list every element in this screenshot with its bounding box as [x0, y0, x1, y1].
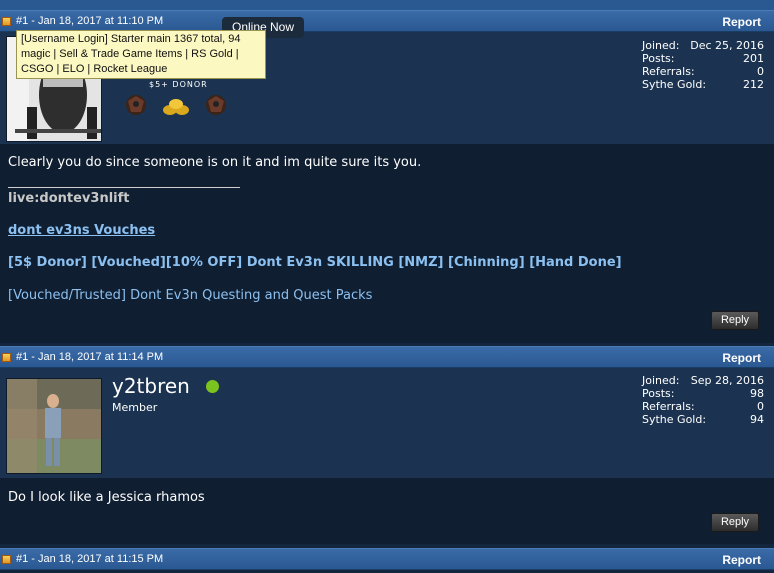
avatar[interactable]	[6, 378, 102, 474]
post-date[interactable]: #1 - Jan 18, 2017 at 11:15 PM	[16, 553, 163, 565]
gold-coins-icon	[163, 99, 189, 115]
stat-label: Sythe Gold:	[642, 413, 707, 426]
report-link[interactable]: Report	[722, 351, 761, 365]
post-header: #1 - Jan 18, 2017 at 11:10 PM Report	[0, 10, 774, 32]
donor-badge-label: $5+ DONOR	[149, 80, 208, 89]
stat-label: Referrals:	[642, 65, 695, 78]
stat-value: 0	[757, 400, 764, 413]
user-stats: Joined: Dec 25, 2016 Posts: 201 Referrals:…	[642, 39, 764, 91]
signature-divider	[8, 187, 240, 188]
user-stats: Joined: Sep 28, 2016 Posts: 98 Referrals: 0…	[642, 374, 764, 426]
new-post-icon	[2, 555, 11, 564]
stat-value: 212	[743, 78, 764, 91]
report-link[interactable]: Report	[722, 553, 761, 567]
top-strip	[0, 0, 774, 10]
post-body: Do I look like a Jessica rhamos Reply	[0, 478, 774, 544]
stat-value: 0	[757, 65, 764, 78]
post-header: #1 - Jan 18, 2017 at 11:14 PM Report	[0, 346, 774, 368]
stat-label: Referrals:	[642, 400, 695, 413]
stat-value: 201	[743, 52, 764, 65]
stat-label: Sythe Gold:	[642, 78, 707, 91]
post-body: Clearly you do since someone is on it an…	[0, 144, 774, 343]
stat-value: Dec 25, 2016	[690, 39, 764, 52]
stat-value: 98	[750, 387, 764, 400]
signature-line: live:dontev3nlift	[8, 191, 130, 206]
stat-label: Joined:	[642, 39, 680, 52]
signature-thread-link[interactable]: [5$ Donor] [Vouched][10% OFF] Dont Ev3n …	[8, 255, 622, 270]
report-link[interactable]: Report	[722, 15, 761, 29]
stat-label: Joined:	[642, 374, 680, 387]
avatar-image	[7, 379, 101, 473]
post-message: Do I look like a Jessica rhamos	[8, 490, 205, 505]
post-date[interactable]: #1 - Jan 18, 2017 at 11:10 PM	[16, 15, 163, 27]
cape-icon	[206, 95, 226, 115]
stat-label: Posts:	[642, 387, 675, 400]
reply-button[interactable]: Reply	[711, 311, 759, 330]
online-status-icon	[206, 380, 219, 393]
new-post-icon	[2, 353, 11, 362]
username-link[interactable]: y2tbren	[112, 374, 190, 398]
post-date[interactable]: #1 - Jan 18, 2017 at 11:14 PM	[16, 351, 163, 363]
new-post-icon	[2, 17, 11, 26]
user-title-tooltip: [Username Login] Starter main 1367 total…	[16, 30, 266, 79]
post-header: #1 - Jan 18, 2017 at 11:15 PM Report	[0, 548, 774, 570]
signature-thread-link[interactable]: [Vouched/Trusted] Dont Ev3n Questing and…	[8, 288, 372, 303]
user-rank: Member	[112, 401, 158, 414]
stat-value: Sep 28, 2016	[690, 374, 764, 387]
cape-icon	[126, 95, 146, 115]
reply-button[interactable]: Reply	[711, 513, 759, 532]
vouches-link[interactable]: dont ev3ns Vouches	[8, 223, 155, 238]
post-message: Clearly you do since someone is on it an…	[8, 155, 422, 170]
stat-value: 94	[750, 413, 764, 426]
stat-label: Posts:	[642, 52, 675, 65]
